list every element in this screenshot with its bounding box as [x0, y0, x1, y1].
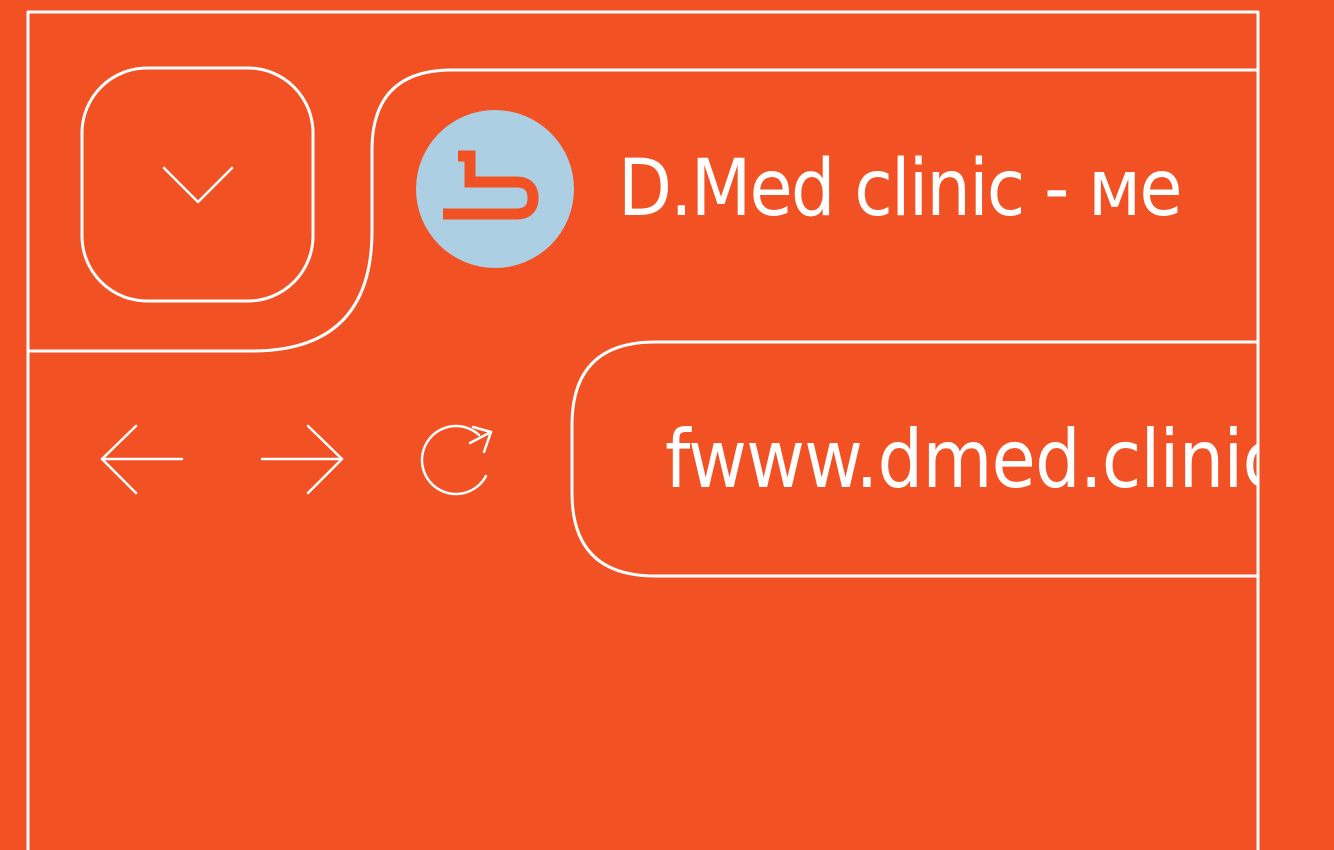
forward-button[interactable]	[256, 420, 348, 500]
active-tab-hit-area[interactable]	[400, 100, 1258, 280]
browser-window: D.Med clinic - ме fwww.dmed.clinic	[0, 0, 1334, 850]
address-bar-url[interactable]: fwww.dmed.clinic	[665, 412, 1259, 508]
back-button[interactable]	[96, 420, 188, 500]
tab-dropdown-hit-area[interactable]	[82, 68, 313, 301]
reload-button[interactable]	[414, 418, 498, 502]
